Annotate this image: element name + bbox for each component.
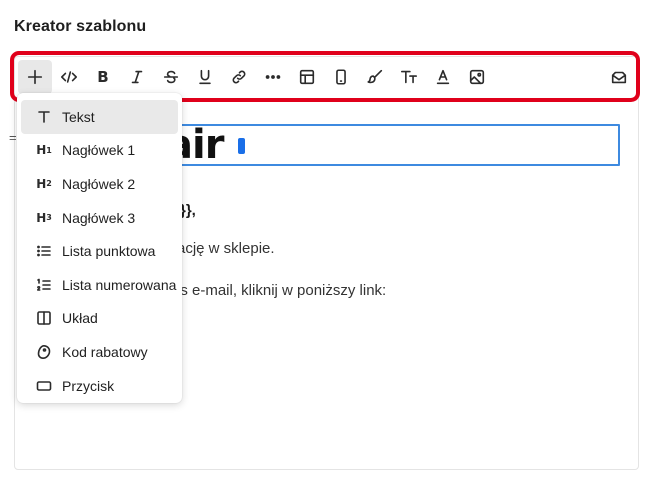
- table-button[interactable]: [290, 60, 324, 94]
- menu-item-label: Tekst: [62, 108, 95, 125]
- heading-3-icon: H3: [36, 210, 52, 225]
- menu-item-label: Lista numerowana: [62, 276, 177, 293]
- menu-item-label: Układ: [62, 310, 98, 327]
- image-button[interactable]: [460, 60, 494, 94]
- menu-item-layout[interactable]: Układ: [21, 302, 178, 336]
- page-title: Kreator szablonu: [14, 18, 147, 35]
- code-icon: [60, 71, 78, 83]
- logo-block[interactable]: [154, 124, 620, 166]
- menu-item-label: Nagłówek 2: [62, 175, 136, 192]
- mobile-icon: [336, 69, 346, 85]
- body-text-line-2[interactable]: rację w sklepie.: [172, 240, 275, 257]
- italic-button[interactable]: [120, 60, 154, 94]
- menu-item-heading-2[interactable]: H2 Nagłówek 2: [21, 167, 178, 201]
- menu-item-text[interactable]: Tekst: [21, 100, 178, 134]
- menu-item-numbered-list[interactable]: Lista numerowana: [21, 268, 178, 302]
- code-button[interactable]: [52, 60, 86, 94]
- link-button[interactable]: [222, 60, 256, 94]
- underline-icon: [199, 69, 211, 85]
- tag-icon: [35, 343, 53, 361]
- strikethrough-button[interactable]: [154, 60, 188, 94]
- menu-item-label: Przycisk: [62, 377, 115, 394]
- body-text-line-3[interactable]: es e-mail, kliknij w poniższy link:: [172, 282, 386, 299]
- plus-icon: [27, 69, 43, 85]
- layout-icon: [35, 309, 53, 327]
- table-icon: [299, 69, 315, 85]
- menu-item-heading-1[interactable]: H1 Nagłówek 1: [21, 134, 178, 168]
- menu-item-label: Nagłówek 1: [62, 142, 136, 159]
- menu-item-bullet-list[interactable]: Lista punktowa: [21, 234, 178, 268]
- underline-button[interactable]: [188, 60, 222, 94]
- menu-item-label: Lista punktowa: [62, 243, 156, 260]
- more-icon: [265, 75, 281, 79]
- style-button[interactable]: [358, 60, 392, 94]
- text-color-icon: [436, 69, 450, 85]
- mobile-preview-button[interactable]: [324, 60, 358, 94]
- bullet-list-icon: [35, 242, 53, 260]
- heading-1-icon: H1: [36, 143, 52, 158]
- menu-item-heading-3[interactable]: H3 Nagłówek 3: [21, 201, 178, 235]
- font-size-button[interactable]: [392, 60, 426, 94]
- numbered-list-icon: [35, 276, 53, 294]
- menu-item-label: Nagłówek 3: [62, 209, 136, 226]
- text-color-button[interactable]: [426, 60, 460, 94]
- more-button[interactable]: [256, 60, 290, 94]
- text-cursor: [238, 138, 245, 154]
- editor-toolbar: B: [14, 58, 636, 96]
- bold-icon: B: [97, 67, 109, 86]
- image-icon: [469, 69, 485, 85]
- add-block-button[interactable]: [18, 60, 52, 94]
- send-test-button[interactable]: [602, 60, 636, 94]
- brush-icon: [367, 69, 383, 84]
- button-icon: [35, 377, 53, 395]
- block-type-menu: Tekst H1 Nagłówek 1 H2 Nagłówek 2 H3 Nag…: [17, 93, 182, 403]
- body-text-line-1[interactable]: }},: [180, 202, 196, 219]
- menu-item-discount-code[interactable]: Kod rabatowy: [21, 335, 178, 369]
- bold-button[interactable]: B: [86, 60, 120, 94]
- text-icon: [35, 108, 53, 126]
- italic-icon: [131, 70, 143, 84]
- font-size-icon: [400, 70, 418, 84]
- menu-item-label: Kod rabatowy: [62, 343, 148, 360]
- strikethrough-icon: [163, 70, 179, 84]
- link-icon: [232, 70, 246, 84]
- heading-2-icon: H2: [36, 176, 52, 191]
- drag-handle[interactable]: =: [9, 130, 17, 145]
- menu-item-button[interactable]: Przycisk: [21, 369, 178, 403]
- mail-icon: [611, 71, 627, 84]
